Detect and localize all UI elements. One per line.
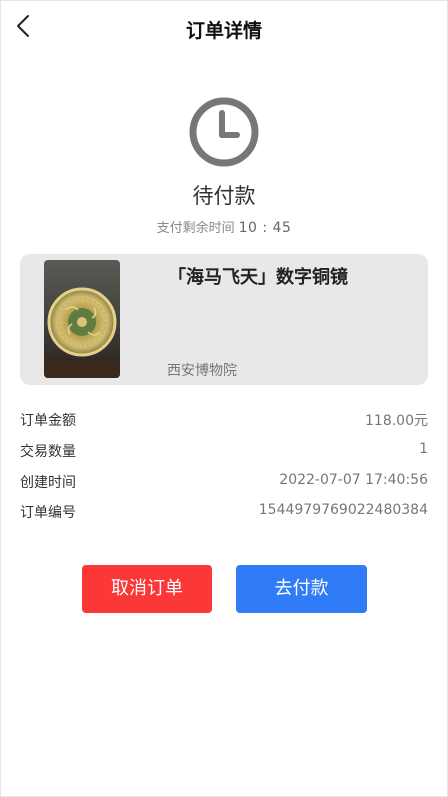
detail-row-created-time: 创建时间 2022-07-07 17:40:56 (20, 472, 428, 494)
product-image (44, 260, 120, 378)
countdown-time: 10 : 45 (238, 220, 292, 236)
detail-label: 订单金额 (20, 413, 76, 429)
page-title: 订单详情 (185, 20, 262, 42)
countdown-label: 支付剩余时间 (156, 221, 235, 236)
payment-countdown: 支付剩余时间 10 : 45 (0, 217, 448, 236)
detail-label: 订单编号 (20, 505, 76, 521)
clock-icon (188, 96, 260, 168)
pay-button[interactable]: 去付款 (236, 565, 367, 613)
detail-value: 1544979769022480384 (258, 502, 428, 518)
detail-value: 118.00元 (365, 413, 428, 429)
detail-row-quantity: 交易数量 1 (20, 441, 428, 463)
detail-value: 2022-07-07 17:40:56 (279, 472, 428, 488)
product-museum: 西安博物院 (167, 363, 237, 379)
detail-row-order-number: 订单编号 1544979769022480384 (20, 502, 428, 524)
cancel-order-button[interactable]: 取消订单 (82, 565, 212, 613)
product-name: 「海马飞天」数字铜镜 (168, 267, 348, 288)
detail-row-amount: 订单金额 118.00元 (20, 410, 428, 432)
detail-label: 交易数量 (20, 444, 76, 460)
detail-value: 1 (419, 441, 428, 457)
header-bar: 订单详情 (0, 0, 448, 56)
order-status: 待付款 (192, 184, 256, 208)
detail-label: 创建时间 (20, 475, 76, 491)
product-card[interactable]: 「海马飞天」数字铜镜 西安博物院 (20, 254, 428, 385)
